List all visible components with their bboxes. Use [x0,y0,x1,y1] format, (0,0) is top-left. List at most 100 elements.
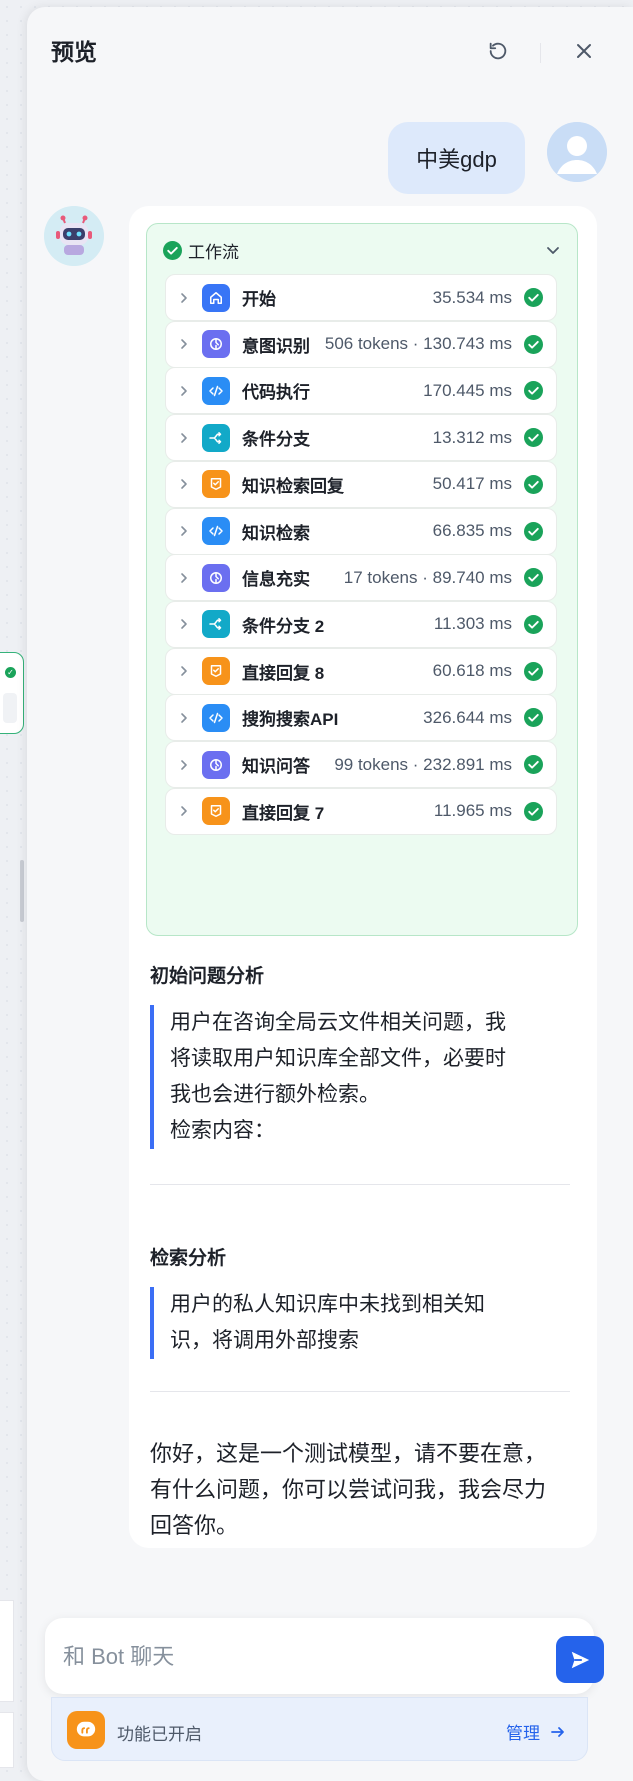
check-circle-icon [524,801,543,821]
chevron-right-icon [166,478,202,490]
step-name: 条件分支 [242,430,310,450]
workflow-step[interactable]: 代码执行 170.445 ms [165,367,557,415]
step-name: 直接回复 7 [242,803,325,823]
workflow-step[interactable]: 直接回复 8 60.618 ms [165,647,557,695]
send-button[interactable] [556,1636,604,1683]
workflow-step[interactable]: 知识问答 99 tokens · 232.891 ms [165,741,557,788]
page-title: 预览 [51,39,97,65]
quote-line: 识，将调用外部搜索 [170,1329,359,1352]
code-icon [202,517,230,545]
refresh-icon [489,42,507,60]
workflow-toggle[interactable]: 工作流 [163,238,561,262]
reply-icon [202,657,230,686]
chevron-right-icon [166,338,202,350]
panel-resize-handle[interactable] [20,860,24,922]
refresh-button[interactable] [484,37,512,65]
step-name: 知识检索 [242,523,310,543]
intent-icon [202,750,230,779]
branch-icon [202,423,230,452]
reply-icon [202,470,230,499]
divider [150,1184,570,1185]
quote-line: 将读取用户知识库全部文件，必要时 [170,1047,506,1070]
step-name: 直接回复 8 [242,663,325,683]
chevron-right-icon [166,618,202,630]
workflow-step[interactable]: 搜狗搜索API 326.644 ms [165,694,557,742]
bot-avatar [44,206,104,266]
analysis-quote: 用户的私人知识库中未找到相关知 识，将调用外部搜索 [150,1287,520,1359]
chevron-right-icon [166,712,202,724]
chevron-right-icon [166,759,202,771]
chevron-right-icon [166,432,202,444]
user-avatar [547,122,607,182]
step-name: 开始 [242,290,276,309]
reply-icon [202,797,230,826]
section-title: 检索分析 [150,1248,227,1269]
check-circle-icon [524,708,543,728]
feature-status-label: 功能已开启 [117,1725,202,1744]
manage-label: 管理 [506,1724,540,1743]
analysis-quote: 用户在咨询全局云文件相关问题，我 将读取用户知识库全部文件，必要时 我也会进行额… [150,1005,520,1149]
bot-answer-text: 你好，这是一个测试模型，请不要在意， 有什么问题，你可以尝试问我，我会尽力 回答… [150,1436,570,1544]
workflow-step[interactable]: 意图识别 506 tokens · 130.743 ms [165,320,557,368]
step-meta: 17 tokens · 89.740 ms [343,567,512,587]
code-icon [202,703,230,732]
send-icon [571,1651,590,1668]
node-status-icon: ✓ [5,667,16,678]
home-icon [202,283,230,312]
step-meta: 170.445 ms [423,380,512,400]
divider [150,1391,570,1392]
intent-icon [202,330,230,359]
chat-input-box [45,1618,604,1694]
quote-line: 检索内容： [170,1119,275,1142]
chevron-right-icon [166,805,202,817]
check-circle-icon [524,381,543,401]
section-title: 初始问题分析 [150,966,265,987]
step-meta: 506 tokens · 130.743 ms [324,334,512,354]
step-meta: 35.534 ms [432,287,512,307]
workflow-step[interactable]: 条件分支 13.312 ms [165,414,557,462]
quote-icon [67,1711,105,1749]
step-meta: 326.644 ms [423,707,512,727]
step-meta: 11.965 ms [433,801,512,821]
step-name: 知识问答 [242,757,310,776]
chat-input[interactable] [63,1640,503,1674]
workflow-step[interactable]: 信息充实 17 tokens · 89.740 ms [165,554,557,602]
check-circle-icon [524,334,543,354]
workflow-step[interactable]: 知识检索 66.835 ms [165,507,557,555]
canvas-panel-fragment [0,1600,14,1702]
step-name: 知识检索回复 [242,476,344,496]
canvas-panel-fragment [0,1712,14,1768]
user-avatar-icon [547,122,607,182]
preview-panel: 预览 中美gdp 工作流 开始 35.534 ms 意图识别 506 token… [27,7,633,1781]
check-circle-icon [524,755,543,774]
workflow-title: 工作流 [188,242,239,262]
step-name: 代码执行 [242,383,310,403]
feature-bar: 功能已开启 管理 [51,1697,588,1761]
workflow-step[interactable]: 开始 35.534 ms [165,274,557,321]
workflow-step[interactable]: 直接回复 7 11.965 ms [165,787,557,835]
check-circle-icon [524,661,543,681]
branch-icon [202,610,230,639]
quote-line: 用户的私人知识库中未找到相关知 [170,1293,485,1316]
step-meta: 13.312 ms [432,427,512,447]
node-body-fragment [3,693,17,723]
chevron-right-icon [166,665,202,677]
step-meta: 11.303 ms [433,614,512,634]
bot-message-card: 工作流 开始 35.534 ms 意图识别 506 tokens · 130.743 … [129,206,597,1548]
check-circle-icon [524,288,543,307]
user-message-bubble: 中美gdp [388,122,525,194]
answer-line: 回答你。 [150,1513,239,1538]
workflow-step[interactable]: 条件分支 2 11.303 ms [165,600,557,648]
quote-line: 我也会进行额外检索。 [170,1083,380,1106]
step-name: 意图识别 [242,336,310,356]
step-meta: 66.835 ms [432,521,512,540]
chevron-right-icon [166,292,202,304]
code-icon [202,376,230,405]
close-button[interactable] [570,37,598,65]
header-divider [540,43,541,63]
panel-header: 预览 [27,7,633,87]
close-icon [577,44,591,58]
workflow-step[interactable]: 知识检索回复 50.417 ms [165,460,557,508]
manage-link[interactable]: 管理 [506,1719,566,1744]
arrow-right-icon [551,1726,564,1737]
